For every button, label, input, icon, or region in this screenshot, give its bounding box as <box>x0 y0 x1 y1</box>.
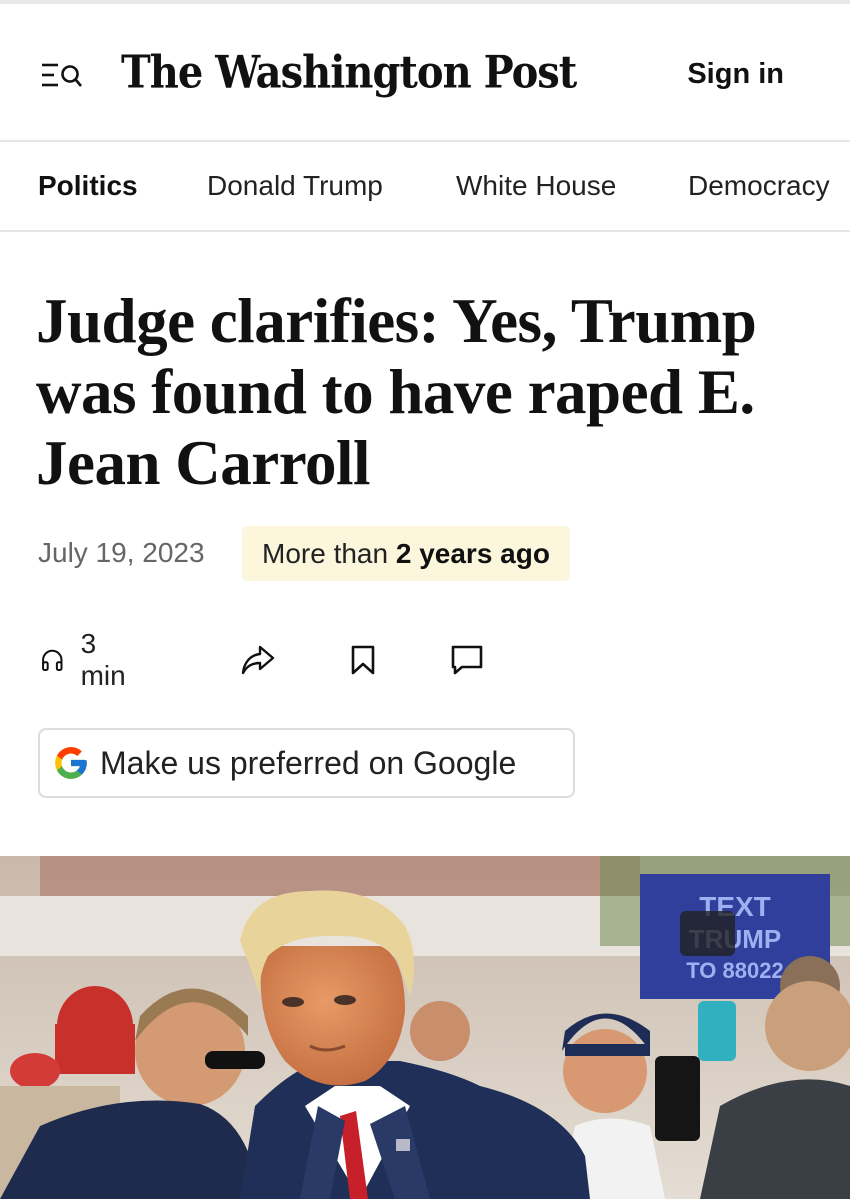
publish-date: July 19, 2023 <box>38 537 205 568</box>
comments-button[interactable] <box>450 640 484 680</box>
nav-item-white-house[interactable]: White House <box>456 170 616 202</box>
lead-photo-illustration: TEXT TRUMP TO 88022 <box>0 856 850 1199</box>
share-icon <box>241 645 275 675</box>
bookmark-button[interactable] <box>350 640 376 680</box>
google-preferred-button[interactable]: Make us preferred on Google <box>38 728 575 798</box>
nav-item-democracy[interactable]: Democracy <box>688 170 830 202</box>
article-age-badge: More than 2 years ago <box>242 526 570 581</box>
nav-item-donald-trump[interactable]: Donald Trump <box>207 170 383 202</box>
article-headline: Judge clarifies: Yes, Trump was found to… <box>36 286 757 498</box>
bookmark-icon <box>351 645 375 675</box>
site-logo[interactable]: The Washington Post <box>121 46 577 99</box>
sign-text-3: TO 88022 <box>686 958 783 983</box>
listen-duration: 3 min <box>80 628 126 691</box>
share-button[interactable] <box>240 640 276 680</box>
headphones-icon <box>42 649 63 671</box>
nav-item-politics[interactable]: Politics <box>38 170 138 202</box>
comment-icon <box>451 645 483 675</box>
age-prefix: More than <box>262 538 396 569</box>
google-icon <box>55 747 87 779</box>
menu-search-button[interactable] <box>40 60 84 92</box>
menu-search-icon <box>42 63 82 87</box>
listen-button[interactable]: 3 min <box>40 628 133 691</box>
site-header: The Washington Post Sign in <box>0 4 850 142</box>
section-nav: Politics Donald Trump White House Democr… <box>0 142 850 232</box>
sign-in-link[interactable]: Sign in <box>687 58 784 91</box>
google-button-label: Make us preferred on Google <box>100 744 517 781</box>
article-lead-photo[interactable]: TEXT TRUMP TO 88022 <box>0 856 850 1199</box>
age-value: 2 years ago <box>395 538 550 569</box>
